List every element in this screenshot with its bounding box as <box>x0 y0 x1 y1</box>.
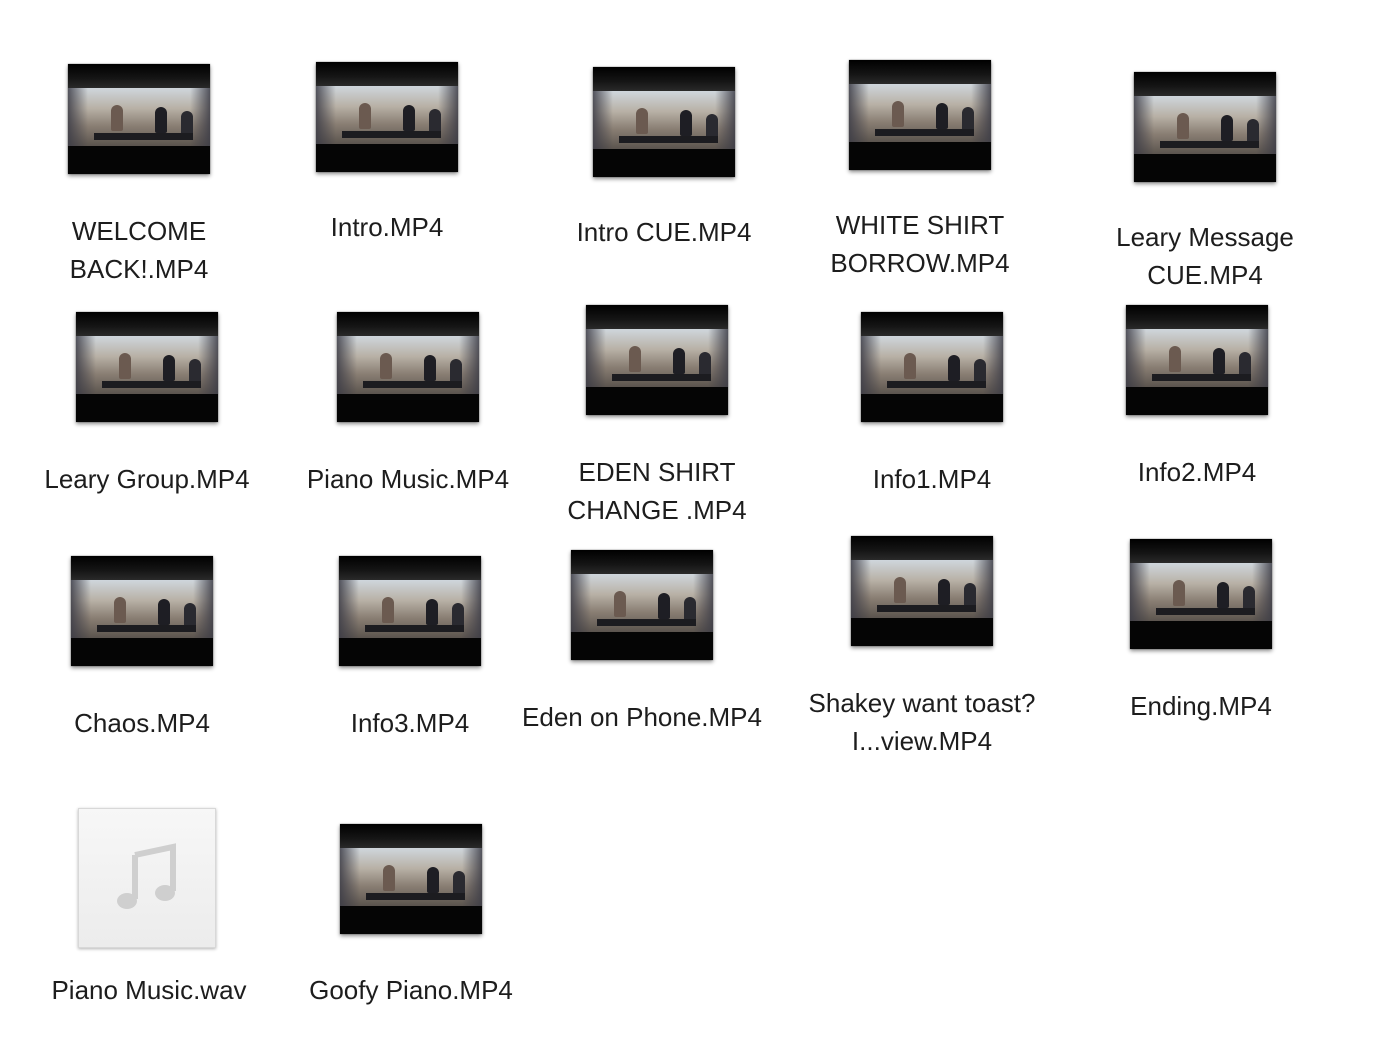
video-thumbnail-icon[interactable] <box>1130 539 1272 649</box>
file-item-info3[interactable]: Info3.MP4 <box>285 556 535 796</box>
video-thumbnail-icon[interactable] <box>337 312 479 422</box>
video-thumbnail-icon[interactable] <box>849 60 991 170</box>
video-thumbnail-icon[interactable] <box>316 62 458 172</box>
file-item-leary-group[interactable]: Leary Group.MP4 <box>22 312 272 552</box>
file-item-leary-message-cue[interactable]: Leary Message CUE.MP4 <box>1080 70 1330 310</box>
file-icon-grid: WELCOME BACK!.MP4 Intro.MP4 Intro CUE.MP… <box>0 0 1400 1054</box>
file-name-label[interactable]: Shakey want toast? I...view.MP4 <box>797 684 1047 760</box>
file-name-label[interactable]: Intro CUE.MP4 <box>539 213 789 251</box>
file-item-info1[interactable]: Info1.MP4 <box>807 312 1057 552</box>
video-thumbnail-icon[interactable] <box>339 556 481 666</box>
video-thumbnail-icon[interactable] <box>68 64 210 174</box>
file-item-intro[interactable]: Intro.MP4 <box>262 60 512 300</box>
music-note-glyph <box>117 843 176 909</box>
file-name-label[interactable]: Info2.MP4 <box>1072 453 1322 491</box>
file-name-label[interactable]: Leary Group.MP4 <box>22 460 272 498</box>
video-thumbnail-icon[interactable] <box>71 556 213 666</box>
file-name-label[interactable]: Ending.MP4 <box>1076 687 1326 725</box>
video-thumbnail-icon[interactable] <box>593 67 735 177</box>
video-thumbnail-icon[interactable] <box>340 824 482 934</box>
video-thumbnail-icon[interactable] <box>571 550 713 660</box>
music-note-icon[interactable] <box>78 808 216 948</box>
file-item-goofy-piano[interactable]: Goofy Piano.MP4 <box>286 824 536 1064</box>
file-item-shakey-want-toast[interactable]: Shakey want toast? I...view.MP4 <box>797 536 1047 776</box>
file-name-label[interactable]: Piano Music.wav <box>24 971 274 1009</box>
file-item-ending[interactable]: Ending.MP4 <box>1076 539 1326 779</box>
file-name-label[interactable]: Intro.MP4 <box>262 208 512 246</box>
file-name-label[interactable]: Info3.MP4 <box>285 704 535 742</box>
file-item-piano-music-wav[interactable]: Piano Music.wav <box>24 808 274 1048</box>
file-item-info2[interactable]: Info2.MP4 <box>1072 305 1322 545</box>
video-thumbnail-icon[interactable] <box>76 312 218 422</box>
file-name-label[interactable]: Info1.MP4 <box>807 460 1057 498</box>
video-thumbnail-icon[interactable] <box>1126 305 1268 415</box>
file-name-label[interactable]: WHITE SHIRT BORROW.MP4 <box>795 206 1045 282</box>
file-name-label[interactable]: Piano Music.MP4 <box>283 460 533 498</box>
video-thumbnail-icon[interactable] <box>1134 72 1276 182</box>
file-item-intro-cue[interactable]: Intro CUE.MP4 <box>539 65 789 305</box>
file-name-label[interactable]: Chaos.MP4 <box>17 704 267 742</box>
file-name-label[interactable]: Leary Message CUE.MP4 <box>1080 218 1330 294</box>
file-name-label[interactable]: Goofy Piano.MP4 <box>286 971 536 1009</box>
file-item-eden-shirt-change[interactable]: EDEN SHIRT CHANGE .MP4 <box>532 305 782 545</box>
file-name-label[interactable]: WELCOME BACK!.MP4 <box>14 212 264 288</box>
file-item-piano-music-mp4[interactable]: Piano Music.MP4 <box>283 312 533 552</box>
video-thumbnail-icon[interactable] <box>861 312 1003 422</box>
file-item-welcome-back[interactable]: WELCOME BACK!.MP4 <box>14 62 264 302</box>
video-thumbnail-icon[interactable] <box>586 305 728 415</box>
video-thumbnail-icon[interactable] <box>851 536 993 646</box>
file-name-label[interactable]: Eden on Phone.MP4 <box>517 698 767 736</box>
file-name-label[interactable]: EDEN SHIRT CHANGE .MP4 <box>532 453 782 529</box>
file-item-eden-on-phone[interactable]: Eden on Phone.MP4 <box>517 550 767 790</box>
file-item-white-shirt-borrow[interactable]: WHITE SHIRT BORROW.MP4 <box>795 58 1045 298</box>
file-item-chaos[interactable]: Chaos.MP4 <box>17 556 267 796</box>
